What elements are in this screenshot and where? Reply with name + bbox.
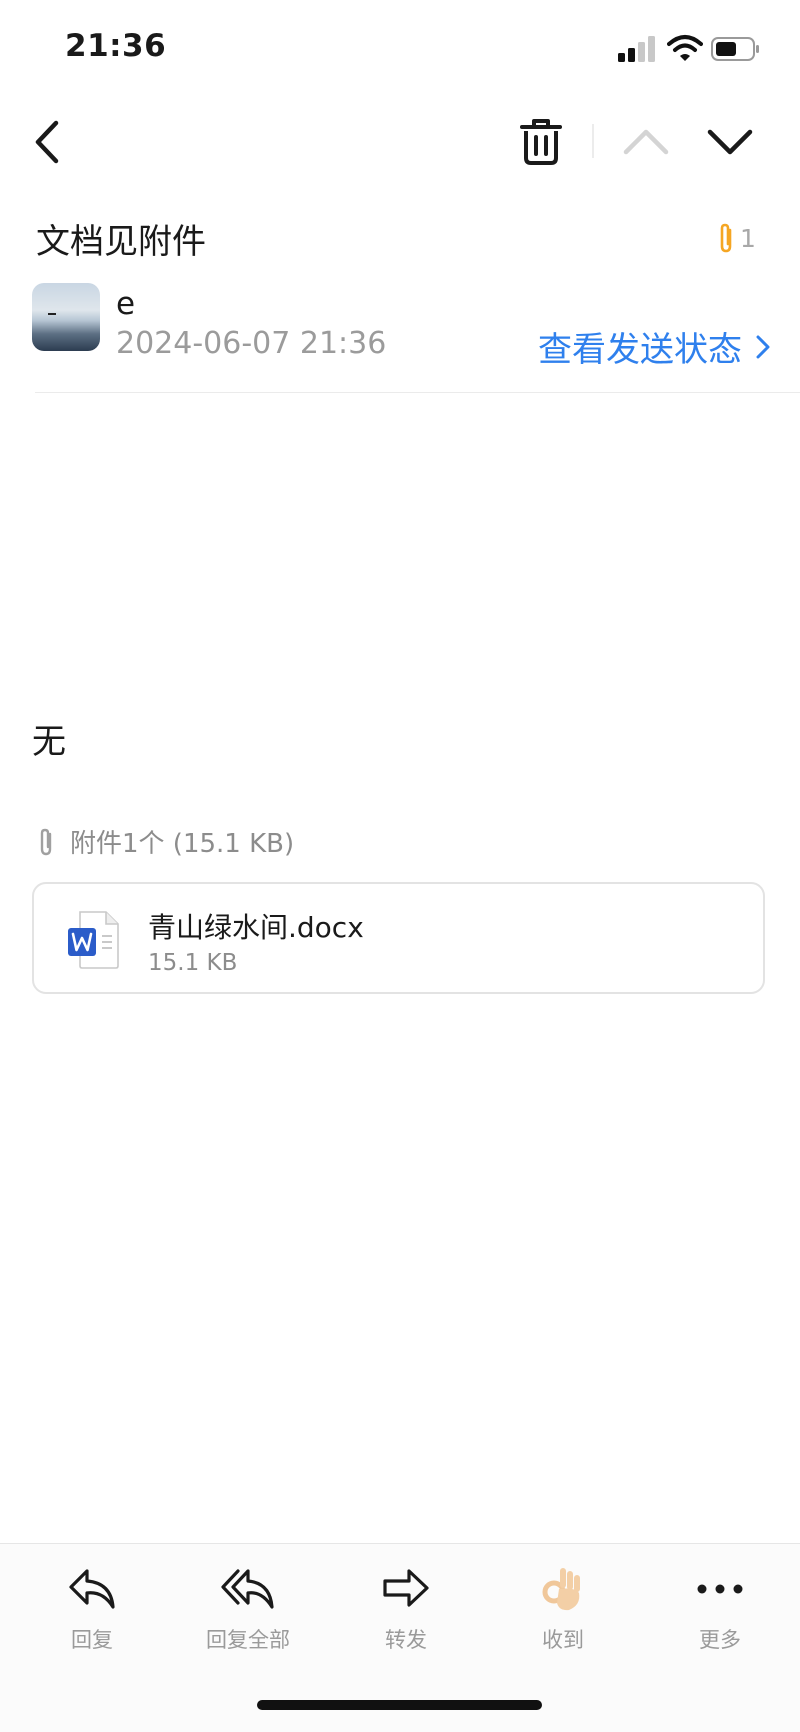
reply-all-icon bbox=[221, 1569, 274, 1609]
home-indicator bbox=[257, 1700, 542, 1710]
attachment-summary-text: 附件1个 (15.1 KB) bbox=[70, 829, 295, 859]
sender-name[interactable]: e bbox=[116, 286, 135, 322]
word-doc-icon bbox=[68, 911, 119, 969]
paperclip-icon bbox=[720, 223, 732, 253]
email-datetime: 2024-06-07 21:36 bbox=[116, 326, 387, 361]
more-button[interactable]: 更多 bbox=[660, 1564, 780, 1654]
reply-all-button[interactable]: 回复全部 bbox=[188, 1564, 308, 1654]
attachment-count-number: 1 bbox=[740, 223, 756, 253]
reply-icon bbox=[69, 1569, 115, 1609]
forward-button[interactable]: 转发 bbox=[346, 1564, 466, 1654]
header-divider bbox=[35, 392, 800, 393]
chevron-right-icon bbox=[756, 335, 770, 358]
status-time: 21:36 bbox=[65, 28, 167, 64]
reply-label: 回复 bbox=[71, 1628, 113, 1652]
more-icon bbox=[697, 1584, 743, 1594]
reply-all-label: 回复全部 bbox=[206, 1628, 290, 1652]
attachment-count[interactable]: 1 bbox=[716, 220, 756, 256]
attachment-name: 青山绿水间.docx bbox=[148, 911, 364, 944]
attachment-item[interactable]: 青山绿水间.docx 15.1 KB bbox=[32, 882, 765, 994]
view-send-status-link[interactable]: 查看发送状态 bbox=[538, 322, 770, 371]
view-send-status-label: 查看发送状态 bbox=[538, 330, 742, 370]
attachment-summary: 附件1个 (15.1 KB) bbox=[36, 823, 294, 860]
forward-label: 转发 bbox=[385, 1628, 427, 1652]
more-label: 更多 bbox=[699, 1628, 741, 1652]
attachment-size: 15.1 KB bbox=[148, 950, 238, 976]
ok-hand-icon bbox=[542, 1568, 580, 1611]
reply-button[interactable]: 回复 bbox=[32, 1564, 152, 1654]
email-body: 无 bbox=[32, 722, 66, 762]
acknowledge-button[interactable]: 收到 bbox=[503, 1564, 623, 1654]
paperclip-icon bbox=[40, 828, 52, 855]
signal-icon bbox=[618, 36, 655, 62]
chevron-up-icon[interactable] bbox=[622, 122, 670, 162]
wifi-icon bbox=[667, 35, 703, 61]
chevron-down-icon[interactable] bbox=[706, 122, 754, 162]
battery-icon bbox=[711, 37, 759, 61]
acknowledge-label: 收到 bbox=[542, 1628, 584, 1652]
avatar[interactable] bbox=[32, 283, 100, 351]
forward-icon bbox=[383, 1569, 429, 1607]
nav-divider bbox=[592, 124, 594, 158]
trash-icon[interactable] bbox=[518, 118, 564, 166]
back-icon[interactable] bbox=[28, 117, 68, 167]
email-subject: 文档见附件 bbox=[36, 222, 206, 262]
